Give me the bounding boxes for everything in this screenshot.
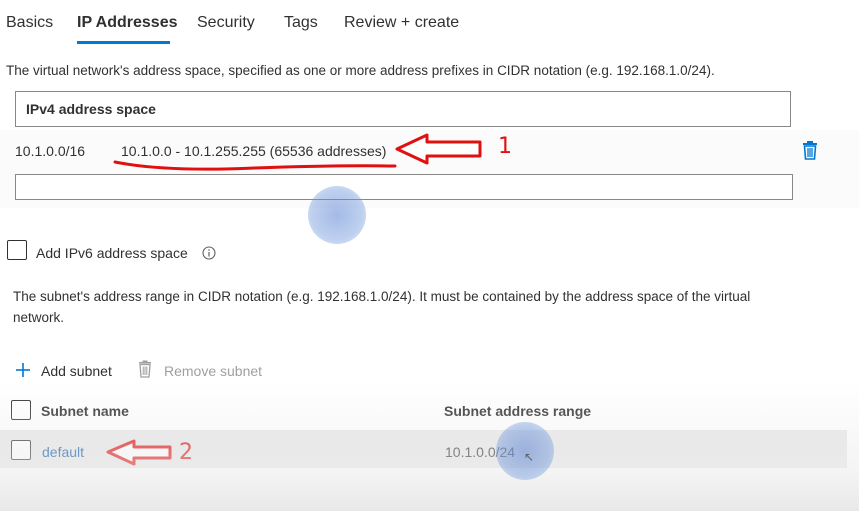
subnet-description-line2: network.: [13, 310, 65, 325]
subnet-range-value: 10.1.0.0/24: [445, 444, 516, 460]
column-header-subnet-name[interactable]: Subnet name: [41, 403, 129, 419]
trash-disabled-icon: [138, 360, 152, 378]
info-icon[interactable]: [202, 246, 216, 260]
remove-subnet-button[interactable]: Remove subnet: [164, 363, 262, 379]
trash-icon[interactable]: [801, 140, 819, 160]
ipv4-header-label: IPv4 address space: [26, 101, 156, 117]
tab-review-create[interactable]: Review + create: [344, 14, 459, 32]
cursor-icon: ↖: [524, 450, 535, 464]
arrow-left-icon: [106, 439, 172, 466]
select-all-checkbox[interactable]: [11, 400, 31, 420]
subnet-name-link[interactable]: default: [42, 444, 84, 460]
subnet-description-line1: The subnet's address range in CIDR notat…: [13, 289, 751, 304]
column-header-subnet-range[interactable]: Subnet address range: [444, 403, 591, 419]
ipv4-table-header: IPv4 address space: [15, 91, 791, 127]
active-tab-indicator: [77, 41, 170, 44]
annotation-underline-arrow-1: [113, 133, 482, 171]
ipv4-entry-value: 10.1.0.0/16: [15, 143, 86, 159]
annotation-marker-1: 1: [498, 134, 512, 159]
tab-bar: Basics IP Addresses Security Tags Review…: [0, 0, 859, 50]
plus-icon[interactable]: [15, 362, 31, 378]
tab-ip-addresses[interactable]: IP Addresses: [77, 14, 178, 32]
tab-security[interactable]: Security: [197, 14, 255, 32]
tab-tags[interactable]: Tags: [284, 14, 318, 32]
ipv6-checkbox[interactable]: [7, 240, 27, 260]
tab-basics[interactable]: Basics: [6, 14, 53, 32]
ipv6-label: Add IPv6 address space: [36, 245, 188, 261]
ipv4-description: The virtual network's address space, spe…: [6, 63, 715, 78]
add-subnet-button[interactable]: Add subnet: [41, 363, 112, 379]
annotation-marker-2: 2: [179, 440, 193, 465]
row-checkbox[interactable]: [11, 440, 31, 460]
ipv4-new-address-input[interactable]: [15, 174, 793, 200]
